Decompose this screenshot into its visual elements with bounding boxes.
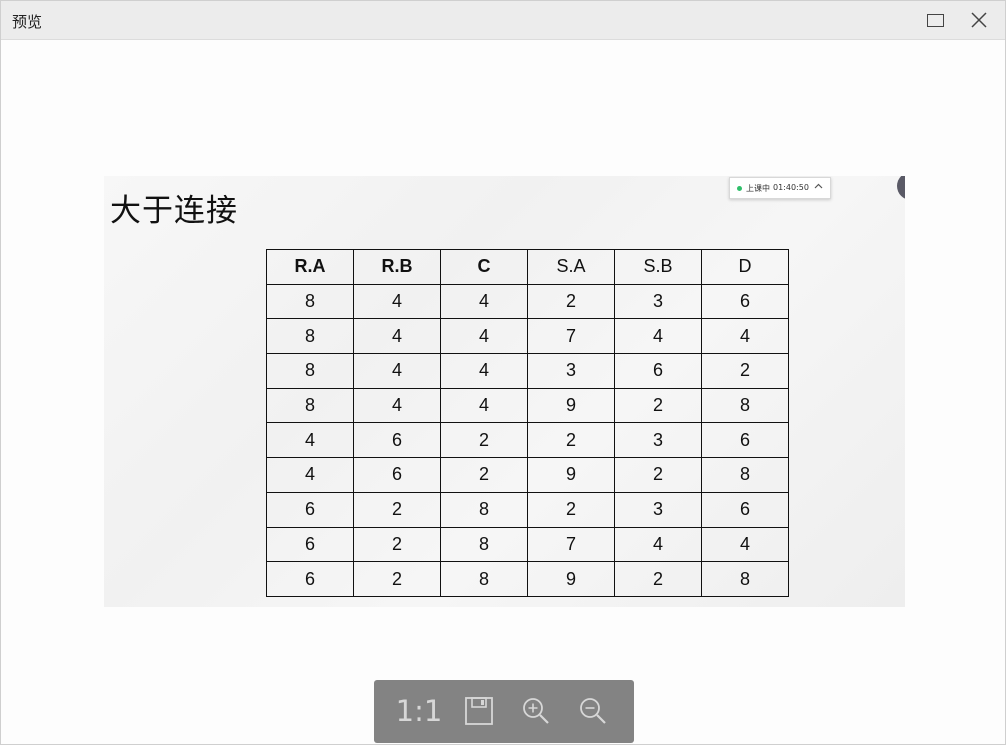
zoom-out-icon <box>580 698 606 724</box>
table-cell: 2 <box>614 457 702 493</box>
table-cell: 2 <box>527 491 615 528</box>
column-header: D <box>701 249 789 285</box>
slide-image: 大于连接 上课中 01:40:50 R.A R.B C S.A S.B D 8442368… <box>104 176 905 607</box>
table-row: 628236 <box>266 491 789 528</box>
table-cell: 8 <box>266 353 354 389</box>
column-header: R.A <box>266 249 354 285</box>
chevron-up-icon[interactable] <box>814 182 823 191</box>
table-cell: 8 <box>440 491 528 528</box>
table-cell: 4 <box>353 353 441 389</box>
maximize-button[interactable] <box>913 1 957 39</box>
table-cell: 8 <box>440 526 528 563</box>
table-cell: 3 <box>614 422 702 459</box>
table-cell: 8 <box>266 387 354 424</box>
table-row: 844362 <box>266 353 789 389</box>
table-cell: 8 <box>440 561 528 597</box>
table-cell: 4 <box>353 318 441 355</box>
table-cell: 2 <box>614 561 702 597</box>
column-header: C <box>440 249 528 285</box>
table-cell: 2 <box>353 526 441 563</box>
zoom-in-button[interactable] <box>519 692 553 730</box>
save-button[interactable] <box>462 692 496 730</box>
column-header: S.A <box>527 249 615 285</box>
relation-table: R.A R.B C S.A S.B D 8442368447448443628449284… <box>266 249 789 597</box>
table-cell: 2 <box>614 387 702 424</box>
class-status-label: 上课中 <box>746 183 770 193</box>
close-button[interactable] <box>957 1 1001 39</box>
table-cell: 7 <box>527 318 615 355</box>
table-cell: 3 <box>614 283 702 320</box>
zoom-out-button[interactable] <box>576 692 610 730</box>
table-cell: 8 <box>701 457 789 493</box>
table-cell: 4 <box>701 526 789 563</box>
table-cell: 6 <box>701 491 789 528</box>
floating-avatar[interactable] <box>897 176 905 200</box>
table-cell: 8 <box>701 561 789 597</box>
preview-window: 预览 大于连接 上课中 01:40:50 R.AR.BCS.AS.BD <box>0 0 1006 745</box>
table-cell: 6 <box>266 491 354 528</box>
table-row: 628744 <box>266 526 789 563</box>
table-cell: 2 <box>440 422 528 459</box>
table-cell: 4 <box>440 353 528 389</box>
table-cell: 6 <box>266 526 354 563</box>
table-row: 462928 <box>266 457 789 493</box>
table-cell: 6 <box>701 422 789 459</box>
table-cell: 6 <box>701 283 789 320</box>
table-cell: 6 <box>614 353 702 389</box>
table-row: 844928 <box>266 387 789 424</box>
table-row: 628928 <box>266 561 789 597</box>
table-cell: 8 <box>266 318 354 355</box>
viewer-toolbar: 1:1 <box>374 680 634 743</box>
table-cell: 4 <box>266 457 354 493</box>
title-bar: 预览 <box>1 1 1005 40</box>
table-row: 462236 <box>266 422 789 459</box>
table-cell: 8 <box>266 283 354 320</box>
table-cell: 3 <box>527 353 615 389</box>
table-cell: 6 <box>353 422 441 459</box>
class-status-widget[interactable]: 上课中 01:40:50 <box>729 177 831 199</box>
table-row: 844744 <box>266 318 789 355</box>
table-cell: 2 <box>440 457 528 493</box>
table-cell: 4 <box>440 318 528 355</box>
table-cell: 4 <box>353 387 441 424</box>
table-cell: 2 <box>527 283 615 320</box>
table-cell: 4 <box>614 318 702 355</box>
actual-size-button[interactable]: 1:1 <box>396 692 443 730</box>
zoom-in-icon <box>523 698 549 724</box>
table-cell: 6 <box>353 457 441 493</box>
table-cell: 6 <box>266 561 354 597</box>
table-cell: 9 <box>527 561 615 597</box>
table-cell: 2 <box>527 422 615 459</box>
slide-title: 大于连接 <box>110 193 238 229</box>
class-timer: 01:40:50 <box>773 182 809 192</box>
table-cell: 2 <box>353 491 441 528</box>
table-cell: 2 <box>353 561 441 597</box>
table-cell: 4 <box>440 387 528 424</box>
table-row: 844236 <box>266 283 789 320</box>
table-header-row: R.A R.B C S.A S.B D <box>266 249 789 285</box>
window-title: 预览 <box>12 13 43 31</box>
table-cell: 2 <box>701 353 789 389</box>
table-cell: 7 <box>527 526 615 563</box>
column-header: R.B <box>353 249 441 285</box>
maximize-icon <box>926 13 944 27</box>
column-header: S.B <box>614 249 702 285</box>
table-cell: 9 <box>527 387 615 424</box>
table-cell: 4 <box>614 526 702 563</box>
table-cell: 4 <box>353 283 441 320</box>
table-cell: 4 <box>266 422 354 459</box>
table-cell: 8 <box>701 387 789 424</box>
table-cell: 3 <box>614 491 702 528</box>
table-cell: 9 <box>527 457 615 493</box>
table-cell: 4 <box>440 283 528 320</box>
live-indicator-icon <box>737 185 742 191</box>
save-icon <box>465 697 493 725</box>
close-icon <box>971 12 987 28</box>
table-cell: 4 <box>701 318 789 355</box>
